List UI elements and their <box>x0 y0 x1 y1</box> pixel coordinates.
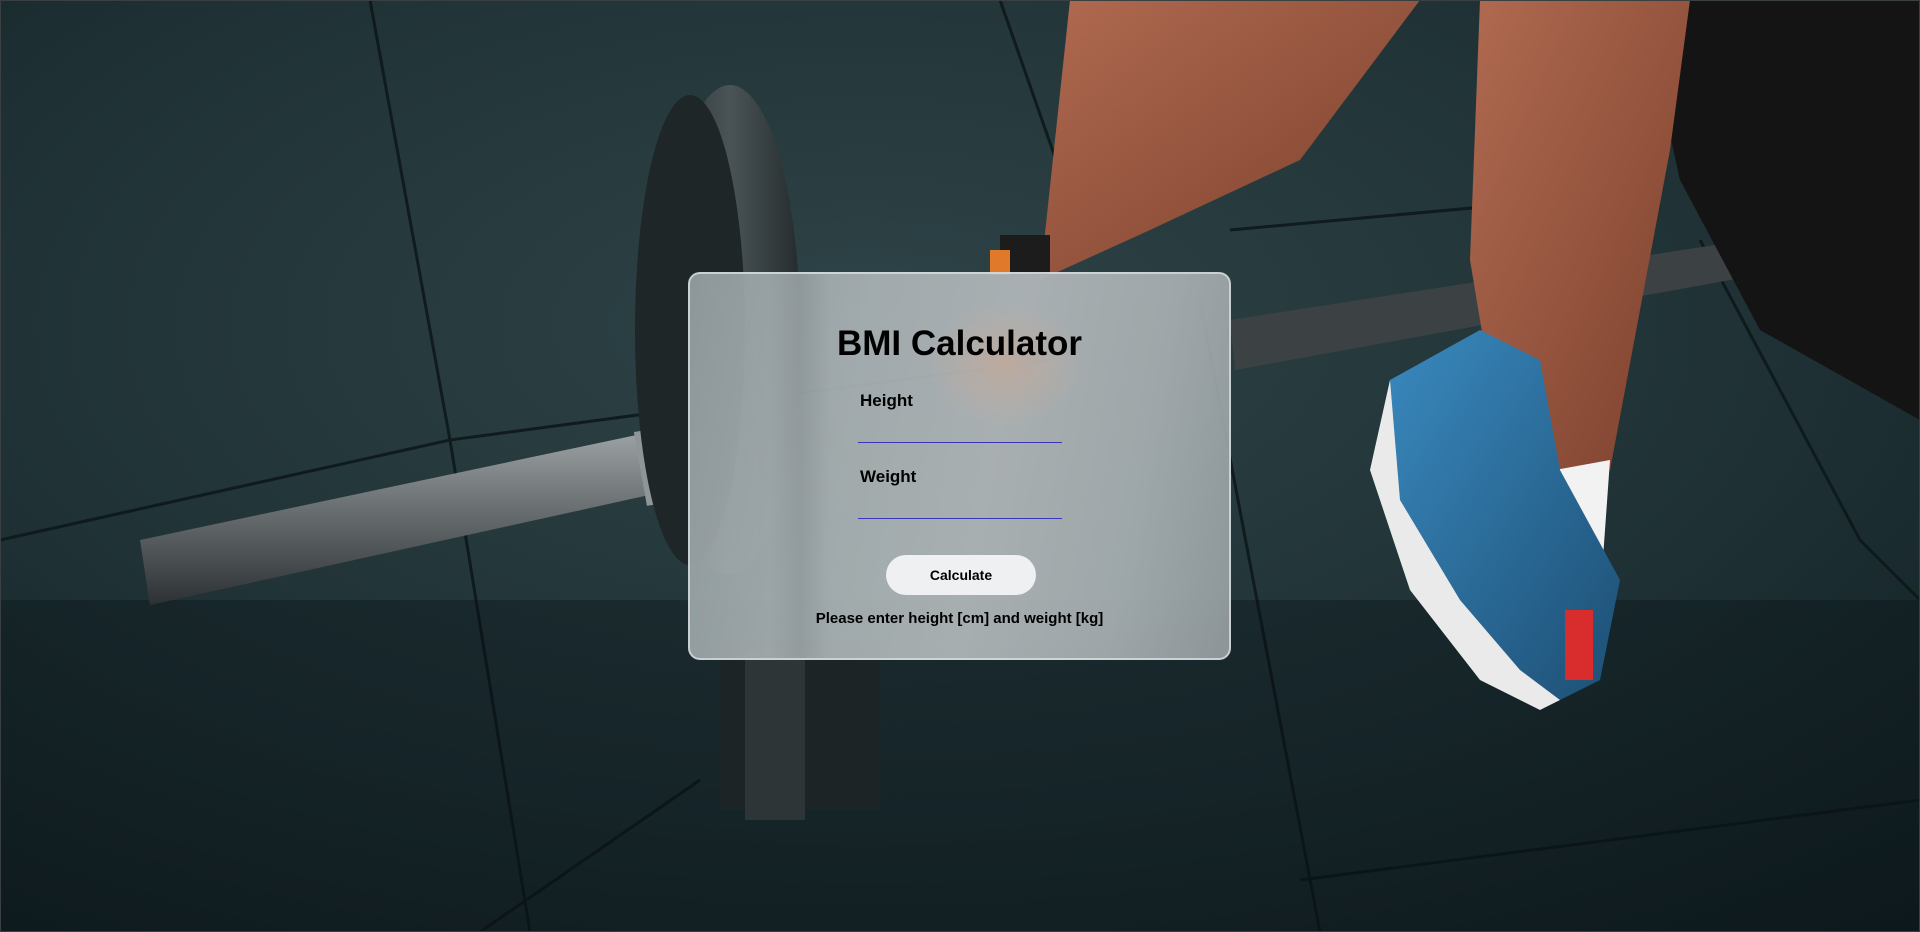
card-glass-glow <box>930 304 1080 424</box>
weight-label: Weight <box>860 467 917 486</box>
bmi-card: BMI Calculator Height Weight Calculate P… <box>688 272 1231 660</box>
weight-input[interactable] <box>858 493 1062 519</box>
calculate-button[interactable]: Calculate <box>886 555 1036 595</box>
page: BMI Calculator Height Weight Calculate P… <box>0 0 1920 932</box>
page-title: BMI Calculator <box>836 324 1083 363</box>
height-label: Height <box>860 391 913 410</box>
height-input[interactable] <box>858 417 1062 443</box>
result-message: Please enter height [cm] and weight [kg] <box>815 610 1104 627</box>
